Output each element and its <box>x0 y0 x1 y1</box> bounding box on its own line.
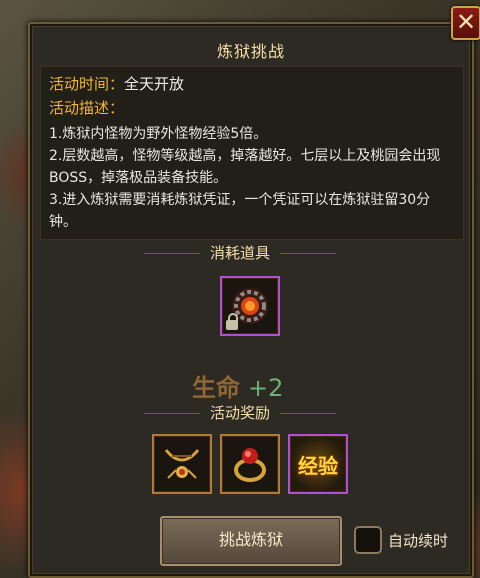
reward-slot-1[interactable] <box>152 434 212 494</box>
dialog-title: 炼狱挑战 <box>216 42 285 61</box>
exp-icon: 经验 <box>298 454 338 478</box>
ornament-right <box>280 413 336 414</box>
activity-time-label: 活动时间： <box>49 75 125 93</box>
activity-info-box: 活动时间：全天开放 活动描述： 1.炼狱内怪物为野外怪物经验5倍。 2.层数越高… <box>40 66 464 240</box>
reward-slot-3[interactable]: 经验 <box>288 434 348 494</box>
reward-slot-2[interactable] <box>220 434 280 494</box>
ornament-right <box>280 253 336 254</box>
activity-time-value: 全天开放 <box>124 75 185 93</box>
activity-time-row: 活动时间：全天开放 <box>49 73 184 94</box>
auto-renew-checkbox[interactable] <box>354 526 382 554</box>
activity-description: 1.炼狱内怪物为野外怪物经验5倍。 2.层数越高，怪物等级越高，掉落越好。七层以… <box>49 123 457 233</box>
ruby-ring-icon <box>234 448 266 482</box>
cost-item-slot[interactable] <box>220 276 280 336</box>
lock-icon <box>226 313 238 330</box>
desc-line: 2.层数越高，怪物等级越高，掉落越好。七层以上及桃园会出现BOSS，掉落极品装备… <box>49 148 441 186</box>
challenge-purgatory-button[interactable]: 挑战炼狱 <box>160 516 342 566</box>
cost-title: 消耗道具 <box>209 244 270 262</box>
reward-section-header: 活动奖励 <box>0 402 480 423</box>
close-icon: ✕ <box>455 8 477 36</box>
life-bonus-floater: 生命 +2 <box>192 368 283 403</box>
desc-line: 1.炼狱内怪物为野外怪物经验5倍。 <box>49 126 268 142</box>
ornament-left <box>143 413 200 414</box>
life-value: +2 <box>248 374 284 402</box>
activity-desc-label: 活动描述： <box>49 99 125 117</box>
desc-line: 3.进入炼狱需要消耗炼狱凭证，一个凭证可以在炼狱驻留30分钟。 <box>49 192 431 230</box>
chain-necklace-icon <box>164 449 200 479</box>
life-label: 生命 <box>192 373 240 402</box>
reward-title: 活动奖励 <box>209 404 270 422</box>
close-button[interactable]: ✕ <box>451 6 480 40</box>
cost-section-header: 消耗道具 <box>0 242 480 263</box>
ornament-left <box>143 253 200 254</box>
auto-renew-label: 自动续时 <box>388 532 449 550</box>
